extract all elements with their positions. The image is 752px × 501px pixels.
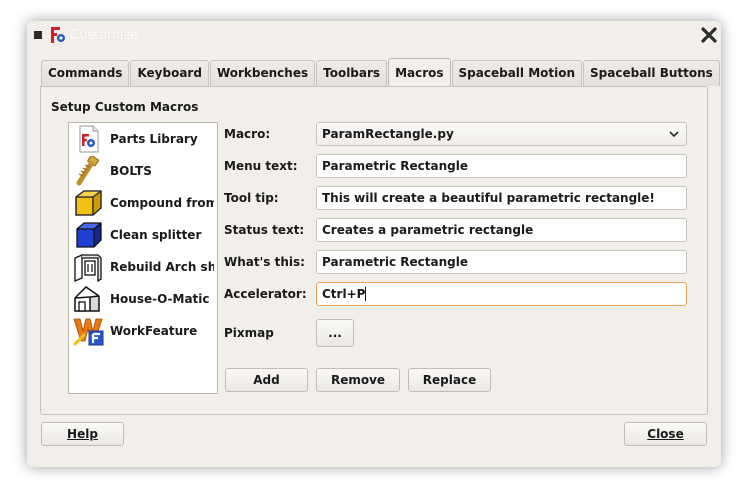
- list-item[interactable]: Rebuild Arch sha...: [69, 251, 217, 283]
- tab-spaceball-motion[interactable]: Spaceball Motion: [451, 60, 583, 86]
- bolt-icon: [76, 156, 99, 186]
- pixmap-browse-button[interactable]: ...: [316, 319, 354, 347]
- list-item-label: Parts Library: [110, 132, 198, 146]
- close-button[interactable]: Close: [624, 422, 707, 446]
- status-text-label: Status text:: [224, 223, 305, 237]
- list-item[interactable]: Clean splitter: [69, 219, 217, 251]
- list-item[interactable]: Compound from ...: [69, 187, 217, 219]
- remove-button[interactable]: Remove: [316, 368, 400, 392]
- parts-library-icon: [79, 125, 99, 153]
- tab-toolbars[interactable]: Toolbars: [316, 60, 388, 86]
- menu-text-label: Menu text:: [224, 159, 298, 173]
- list-item-label: Rebuild Arch sha...: [110, 260, 214, 274]
- window-title: Customize: [70, 28, 139, 43]
- window-menu-icon[interactable]: [34, 31, 42, 39]
- tab-commands[interactable]: Commands: [41, 60, 130, 86]
- accelerator-label: Accelerator:: [224, 287, 307, 301]
- title-bar: Customize: [27, 21, 721, 49]
- replace-button[interactable]: Replace: [408, 368, 491, 392]
- list-item-label: House-O-Matic: [110, 292, 210, 306]
- yellow-cube-icon: [75, 190, 102, 216]
- pixmap-label: Pixmap: [224, 326, 274, 340]
- house-icon: [74, 286, 100, 312]
- status-text-field[interactable]: Creates a parametric rectangle: [316, 218, 687, 242]
- help-button-label: Help: [67, 427, 98, 441]
- list-item-label: Compound from ...: [110, 196, 214, 210]
- tool-tip-field[interactable]: This will create a beautiful parametric …: [316, 186, 687, 210]
- tab-workbenches[interactable]: Workbenches: [209, 60, 316, 86]
- close-icon[interactable]: [699, 25, 719, 45]
- tool-tip-label: Tool tip:: [224, 191, 279, 205]
- close-button-label: Close: [647, 427, 684, 441]
- whats-this-field[interactable]: Parametric Rectangle: [316, 250, 687, 274]
- macro-list[interactable]: Parts Library BOLTS Compound from Clean …: [68, 122, 218, 394]
- list-item[interactable]: House-O-Matic: [69, 283, 217, 315]
- add-button[interactable]: Add: [225, 368, 308, 392]
- tab-spaceball-buttons[interactable]: Spaceball Buttons: [583, 60, 720, 86]
- menu-text-field[interactable]: Parametric Rectangle: [316, 154, 687, 178]
- text-cursor: [365, 287, 367, 301]
- list-item-label: WorkFeature: [110, 324, 198, 338]
- macro-select-value: ParamRectangle.py: [322, 127, 454, 141]
- list-item[interactable]: Parts Library: [69, 123, 217, 155]
- tab-bar: Commands Keyboard Workbenches Toolbars M…: [41, 58, 721, 86]
- workfeature-icon: [73, 318, 104, 346]
- tab-macros[interactable]: Macros: [388, 58, 451, 86]
- list-item-label: Clean splitter: [110, 228, 202, 242]
- whats-this-label: What's this:: [224, 255, 305, 269]
- arch-shapes-icon: [74, 254, 102, 282]
- help-button[interactable]: Help: [41, 422, 124, 446]
- chevron-down-icon: [669, 131, 679, 138]
- accelerator-value: Ctrl+P: [322, 287, 366, 301]
- blue-cube-icon: [76, 222, 102, 248]
- section-title: Setup Custom Macros: [51, 100, 199, 114]
- list-item[interactable]: WorkFeature: [69, 315, 217, 347]
- macros-panel: Setup Custom Macros Parts Library BOLTS …: [40, 86, 708, 415]
- freecad-app-icon: [51, 27, 65, 43]
- list-item-label: BOLTS: [110, 164, 152, 178]
- accelerator-field[interactable]: Ctrl+P: [316, 282, 687, 306]
- customize-dialog: Customize Commands Keyboard Workbenches …: [27, 21, 721, 467]
- list-item[interactable]: BOLTS: [69, 155, 217, 187]
- macro-select[interactable]: ParamRectangle.py: [316, 122, 687, 146]
- macro-label: Macro:: [224, 127, 271, 141]
- tab-keyboard[interactable]: Keyboard: [130, 60, 209, 86]
